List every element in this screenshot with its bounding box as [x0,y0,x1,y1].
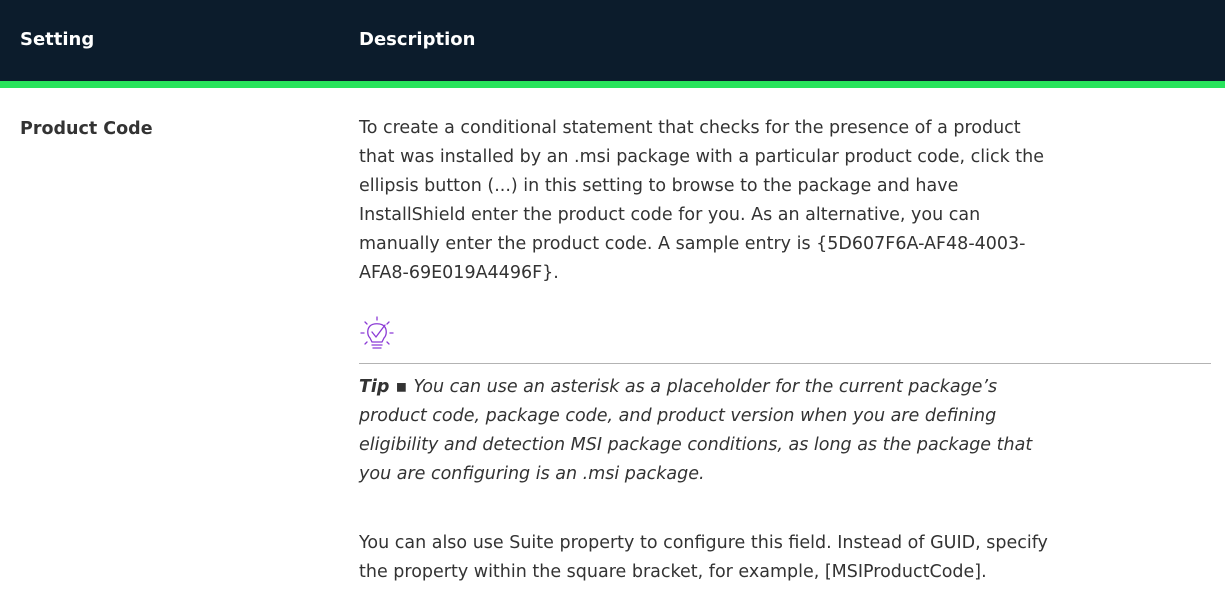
header-description: Description [359,29,476,50]
tip-label: Tip [359,377,390,397]
text-line: InstallShield enter the product code for… [359,205,981,225]
text-line: the property within the square bracket, … [359,562,987,582]
tip-divider [359,363,1211,364]
settings-table: Setting Description Product Code To crea… [0,0,1225,610]
text-line: To create a conditional statement that c… [359,118,1021,138]
table-header-row: Setting Description [0,0,1225,81]
tip-separator: ▪ [389,377,414,397]
text-line: eligibility and detection MSI package co… [359,435,1033,455]
description-paragraph-1: To create a conditional statement that c… [359,114,1211,288]
header-accent-bar [0,81,1225,88]
text-line: product code, package code, and product … [359,406,997,426]
tip-note: Tip ▪ You can use an asterisk as a place… [359,373,1211,489]
text-line: You can also use Suite property to confi… [359,533,1048,553]
text-line: that was installed by an .msi package wi… [359,147,1045,167]
tip-text: You can use an asterisk as a placeholder… [413,377,998,397]
header-setting: Setting [20,29,95,50]
text-line: you are configuring is an .msi package. [359,464,705,484]
description-paragraph-2: You can also use Suite property to confi… [359,529,1211,587]
text-line: Tip ▪ You can use an asterisk as a place… [359,373,1211,402]
lightbulb-check-icon [359,316,399,356]
text-line: ellipsis button (...) in this setting to… [359,176,959,196]
setting-name: Product Code [20,119,153,139]
text-line: AFA8-69E019A4496F}. [359,263,559,283]
text-line: manually enter the product code. A sampl… [359,234,1026,254]
